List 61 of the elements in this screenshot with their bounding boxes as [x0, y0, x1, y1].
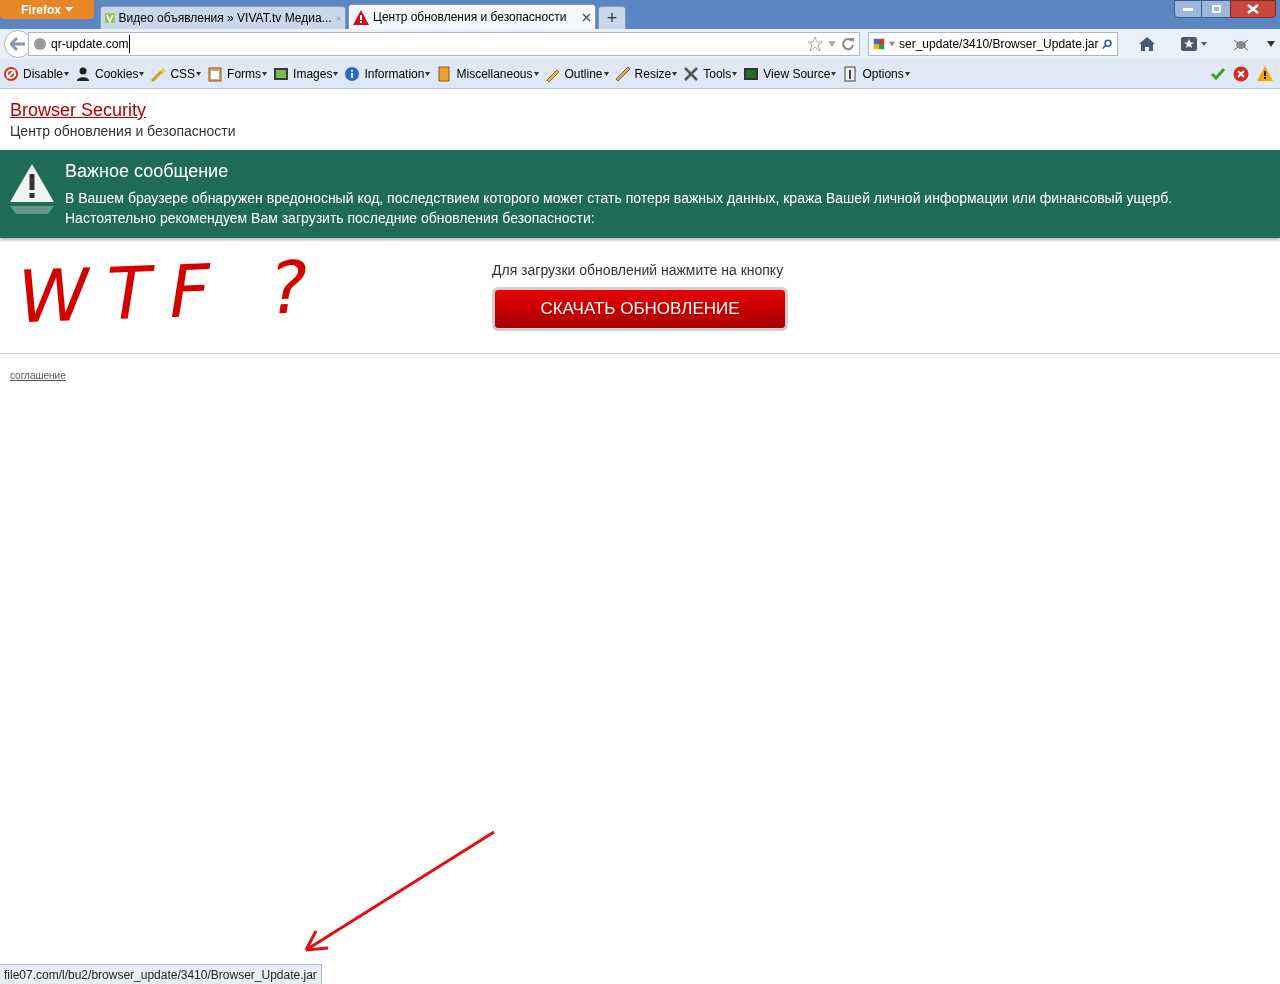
dropdown-icon[interactable]	[1266, 40, 1276, 48]
error-icon[interactable]	[1233, 65, 1249, 82]
bookmarks-icon[interactable]	[1180, 36, 1208, 52]
dropdown-icon	[333, 71, 339, 76]
toolbar-menu[interactable]: Resize	[614, 64, 678, 83]
dropdown-icon	[262, 71, 268, 76]
reload-icon[interactable]	[841, 37, 855, 51]
alert-message: В Вашем браузере обнаружен вредоносный код, последствием которого может стать потеря важных данных, кража Вашей личной информации или финансовый ущерб.	[65, 189, 1173, 208]
toolbar-menu[interactable]: Information	[344, 64, 431, 83]
disable-icon	[3, 65, 19, 82]
toolbar-menu[interactable]: Forms	[207, 64, 268, 83]
toolbar-menu[interactable]: Tools	[683, 64, 738, 83]
close-icon[interactable]	[582, 12, 591, 22]
toolbar-menu[interactable]: Options	[842, 64, 910, 83]
warning-icon	[9, 162, 55, 216]
dropdown-icon	[65, 7, 73, 12]
toolbar-menu[interactable]: Images	[273, 64, 339, 83]
search-icon[interactable]	[1102, 37, 1113, 51]
dropdown-icon	[904, 71, 910, 76]
info-icon	[344, 65, 361, 82]
checkmark-icon[interactable]	[1211, 67, 1225, 80]
search-engine-icon[interactable]	[873, 36, 885, 52]
dropdown-icon	[139, 71, 145, 76]
download-button[interactable]: СКАЧАТЬ ОБНОВЛЕНИЕ	[492, 287, 788, 331]
handwritten-annotation: WTF ?	[16, 246, 327, 338]
agreement-link[interactable]: соглашение	[10, 368, 66, 383]
warning-icon	[353, 9, 369, 25]
minimize-button[interactable]	[1174, 0, 1202, 18]
search-bar[interactable]: ser_update/3410/Browser_Update.jar	[868, 32, 1118, 56]
toolbar-menu[interactable]: Miscellaneous	[436, 64, 539, 83]
download-prompt: Для загрузки обновлений нажмите на кнопку	[492, 261, 785, 280]
browser-tab[interactable]: Центр обновления и безопасности	[348, 4, 596, 29]
site-title-link[interactable]: Browser Security	[10, 99, 1270, 121]
close-icon	[1247, 4, 1259, 14]
dropdown-icon	[533, 71, 539, 76]
toolbar-menu[interactable]: Cookies	[75, 64, 145, 83]
dropdown-icon	[64, 71, 70, 76]
dropdown-icon	[196, 71, 202, 76]
dropdown-icon	[672, 71, 678, 76]
site-subtitle: Центр обновления и безопасности	[10, 122, 237, 141]
toolbar-menu[interactable]: Outline	[544, 64, 609, 83]
toolbar-menu[interactable]: Disable	[3, 64, 70, 83]
alert-heading: Важное сообщение	[65, 160, 230, 182]
dropdown-icon	[732, 71, 738, 76]
close-window-button[interactable]	[1230, 0, 1276, 18]
toolbar-menu[interactable]: CSS	[150, 64, 202, 83]
alert-message: Настоятельно рекомендуем Вам загрузить последние обновления безопасности:	[65, 209, 596, 228]
dropdown-icon	[425, 71, 431, 76]
tab-logo-icon	[105, 10, 115, 26]
warning-icon[interactable]	[1257, 66, 1273, 81]
maximize-button[interactable]	[1202, 0, 1230, 18]
status-bar: file07.com/l/bu2/browser_update/3410/Browser_Update.jar	[0, 964, 322, 984]
dropdown-icon	[603, 71, 609, 76]
star-icon[interactable]	[807, 36, 823, 52]
browser-tab[interactable]: Видео объявления » VIVAT.tv Медиа...	[100, 6, 346, 29]
new-tab-button[interactable]: +	[598, 6, 626, 29]
toolbar-menu[interactable]: View Source	[743, 64, 837, 83]
dropdown-icon	[831, 71, 837, 76]
home-icon[interactable]	[1138, 36, 1156, 52]
address-bar[interactable]: qr-update.com	[28, 32, 860, 56]
back-arrow-icon	[10, 37, 26, 51]
